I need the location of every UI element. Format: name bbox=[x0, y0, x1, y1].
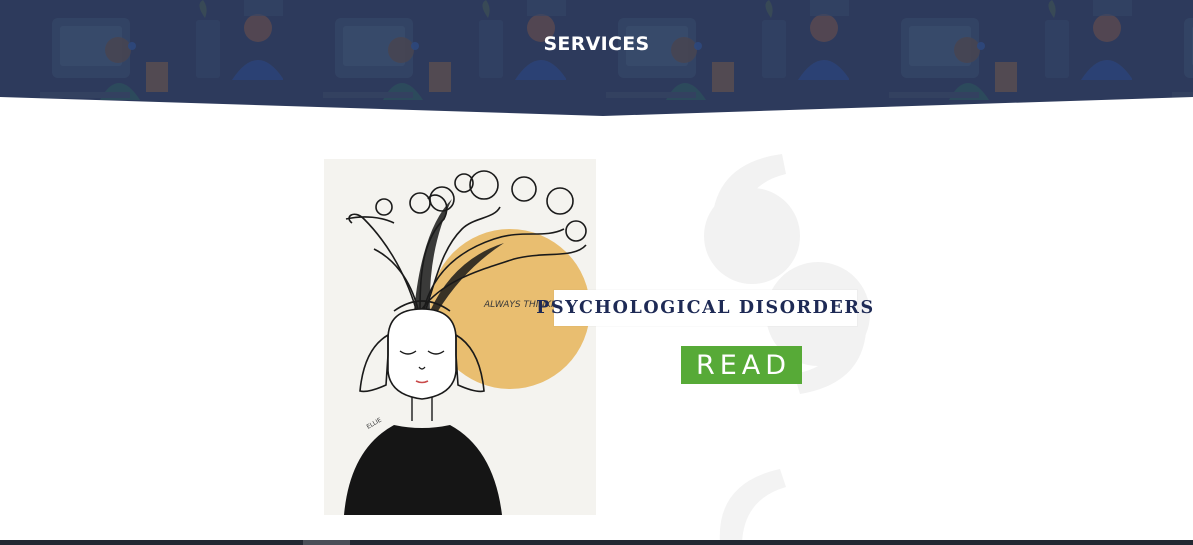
thinking-girl-illustration: ALWAYS THINKING ELLIE bbox=[324, 159, 596, 515]
service-title-box: PSYCHOLOGICAL DISORDERS bbox=[536, 290, 873, 326]
footer-tab[interactable] bbox=[303, 540, 350, 545]
page-title: SERVICES bbox=[543, 33, 650, 55]
footer-bar bbox=[0, 540, 1193, 545]
service-title: PSYCHOLOGICAL DISORDERS bbox=[536, 298, 875, 318]
read-button[interactable]: READ bbox=[681, 346, 802, 384]
services-banner: SERVICES bbox=[0, 0, 1193, 118]
quote-mark-icon bbox=[719, 469, 786, 543]
service-illustration: ALWAYS THINKING ELLIE bbox=[324, 159, 596, 515]
banner-background-illustration bbox=[0, 0, 1193, 118]
service-section: ALWAYS THINKING ELLIE PSYCHOLOGICAL DISO… bbox=[0, 118, 1193, 543]
